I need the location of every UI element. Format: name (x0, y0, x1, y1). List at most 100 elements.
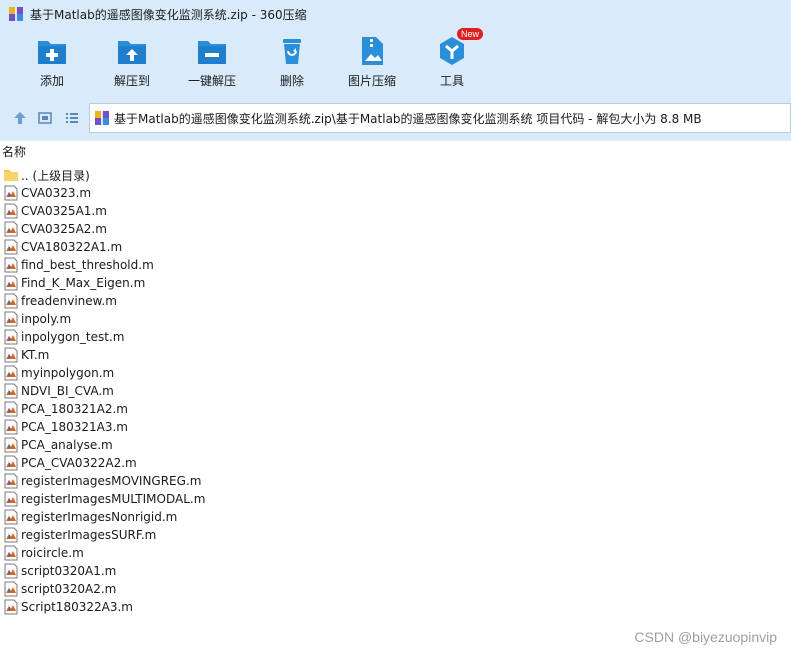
matlab-file-icon (4, 509, 18, 525)
path-field[interactable]: 基于Matlab的遥感图像变化监测系统.zip\基于Matlab的遥感图像变化监… (89, 103, 791, 133)
file-name: freadenvinew.m (21, 294, 117, 308)
image-compress-icon (362, 37, 383, 65)
file-name: PCA_180321A3.m (21, 420, 128, 434)
extract-to-icon (118, 41, 146, 64)
divider (0, 140, 791, 141)
matlab-file-icon (4, 491, 18, 507)
matlab-file-icon (4, 185, 18, 201)
file-name: CVA180322A1.m (21, 240, 123, 254)
file-row[interactable]: registerImagesMULTIMODAL.m (0, 490, 791, 508)
file-name: registerImagesMOVINGREG.m (21, 474, 202, 488)
matlab-file-icon (4, 455, 18, 471)
file-row[interactable]: CVA180322A1.m (0, 238, 791, 256)
file-name: find_best_threshold.m (21, 258, 154, 272)
matlab-file-icon (4, 599, 18, 615)
matlab-file-icon (4, 239, 18, 255)
file-row[interactable]: PCA_180321A2.m (0, 400, 791, 418)
file-row[interactable]: find_best_threshold.m (0, 256, 791, 274)
parent-directory-row[interactable]: .. (上级目录) (0, 166, 791, 184)
matlab-file-icon (4, 437, 18, 453)
file-list: .. (上级目录) CVA0323.m CVA0325A1.m CVA0325A2.… (0, 166, 791, 616)
file-name: script0320A2.m (21, 582, 117, 596)
column-header-name[interactable]: 名称 (0, 142, 791, 162)
matlab-file-icon (4, 329, 18, 345)
tools-button[interactable]: New 工具 (410, 28, 494, 92)
view-thumbnail-icon[interactable] (33, 106, 57, 130)
address-bar: 基于Matlab的遥感图像变化监测系统.zip\基于Matlab的遥感图像变化监… (0, 96, 791, 140)
file-row[interactable]: script0320A1.m (0, 562, 791, 580)
file-name: registerImagesSURF.m (21, 528, 157, 542)
file-name: CVA0323.m (21, 186, 92, 200)
matlab-file-icon (4, 383, 18, 399)
window-title: 基于Matlab的遥感图像变化监测系统.zip - 360压缩 (30, 7, 307, 22)
image-compress-button[interactable]: 图片压缩 (330, 34, 414, 92)
file-row[interactable]: registerImagesMOVINGREG.m (0, 472, 791, 490)
file-name: PCA_analyse.m (21, 438, 113, 452)
title-bar: 基于Matlab的遥感图像变化监测系统.zip - 360压缩 (0, 0, 791, 28)
file-name: PCA_180321A2.m (21, 402, 128, 416)
file-name: PCA_CVA0322A2.m (21, 456, 137, 470)
file-row[interactable]: KT.m (0, 346, 791, 364)
file-name: script0320A1.m (21, 564, 117, 578)
file-row[interactable]: PCA_180321A3.m (0, 418, 791, 436)
matlab-file-icon (4, 545, 18, 561)
file-name: CVA0325A1.m (21, 204, 107, 218)
file-row[interactable]: myinpolygon.m (0, 364, 791, 382)
file-name: inpolygon_test.m (21, 330, 125, 344)
file-row[interactable]: PCA_CVA0322A2.m (0, 454, 791, 472)
zip-archive-icon (9, 7, 23, 21)
file-row[interactable]: CVA0323.m (0, 184, 791, 202)
file-row[interactable]: NDVI_BI_CVA.m (0, 382, 791, 400)
delete-icon (283, 39, 301, 64)
matlab-file-icon (4, 419, 18, 435)
add-button[interactable]: 添加 (10, 34, 94, 92)
toolbar: 添加 解压到 一键解压 删除 图片压缩 New 工具 (0, 28, 791, 96)
matlab-file-icon (4, 221, 18, 237)
matlab-file-icon (4, 203, 18, 219)
matlab-file-icon (4, 563, 18, 579)
file-row[interactable]: PCA_analyse.m (0, 436, 791, 454)
view-list-icon[interactable] (60, 106, 84, 130)
file-name: KT.m (21, 348, 50, 362)
file-name: roicircle.m (21, 546, 84, 560)
file-name: Find_K_Max_Eigen.m (21, 276, 146, 290)
file-row[interactable]: CVA0325A2.m (0, 220, 791, 238)
file-row[interactable]: roicircle.m (0, 544, 791, 562)
file-row[interactable]: script0320A2.m (0, 580, 791, 598)
matlab-file-icon (4, 401, 18, 417)
file-row[interactable]: registerImagesSURF.m (0, 526, 791, 544)
file-row[interactable]: inpolygon_test.m (0, 328, 791, 346)
one-click-extract-button[interactable]: 一键解压 (170, 34, 254, 92)
one-click-extract-icon (198, 41, 226, 64)
new-badge: New (456, 28, 483, 40)
matlab-file-icon (4, 311, 18, 327)
file-name: myinpolygon.m (21, 366, 115, 380)
file-row[interactable]: Script180322A3.m (0, 598, 791, 616)
file-row[interactable]: registerImagesNonrigid.m (0, 508, 791, 526)
file-row[interactable]: freadenvinew.m (0, 292, 791, 310)
matlab-file-icon (4, 365, 18, 381)
file-name: NDVI_BI_CVA.m (21, 384, 114, 398)
file-name: CVA0325A2.m (21, 222, 107, 236)
add-icon (38, 41, 66, 64)
matlab-file-icon (4, 293, 18, 309)
file-name: registerImagesNonrigid.m (21, 510, 178, 524)
file-name: inpoly.m (21, 312, 72, 326)
file-name: registerImagesMULTIMODAL.m (21, 492, 206, 506)
file-row[interactable]: inpoly.m (0, 310, 791, 328)
zip-archive-icon (95, 111, 109, 125)
file-name: Script180322A3.m (21, 600, 133, 614)
delete-button[interactable]: 删除 (250, 34, 334, 92)
matlab-file-icon (4, 347, 18, 363)
matlab-file-icon (4, 257, 18, 273)
watermark: CSDN @biyezuopinvip (634, 629, 777, 645)
extract-to-button[interactable]: 解压到 (90, 34, 174, 92)
matlab-file-icon (4, 581, 18, 597)
matlab-file-icon (4, 473, 18, 489)
file-row[interactable]: Find_K_Max_Eigen.m (0, 274, 791, 292)
matlab-file-icon (4, 275, 18, 291)
file-row[interactable]: CVA0325A1.m (0, 202, 791, 220)
up-arrow-icon[interactable] (8, 106, 32, 130)
path-text: 基于Matlab的遥感图像变化监测系统.zip\基于Matlab的遥感图像变化监… (114, 111, 702, 126)
matlab-file-icon (4, 527, 18, 543)
